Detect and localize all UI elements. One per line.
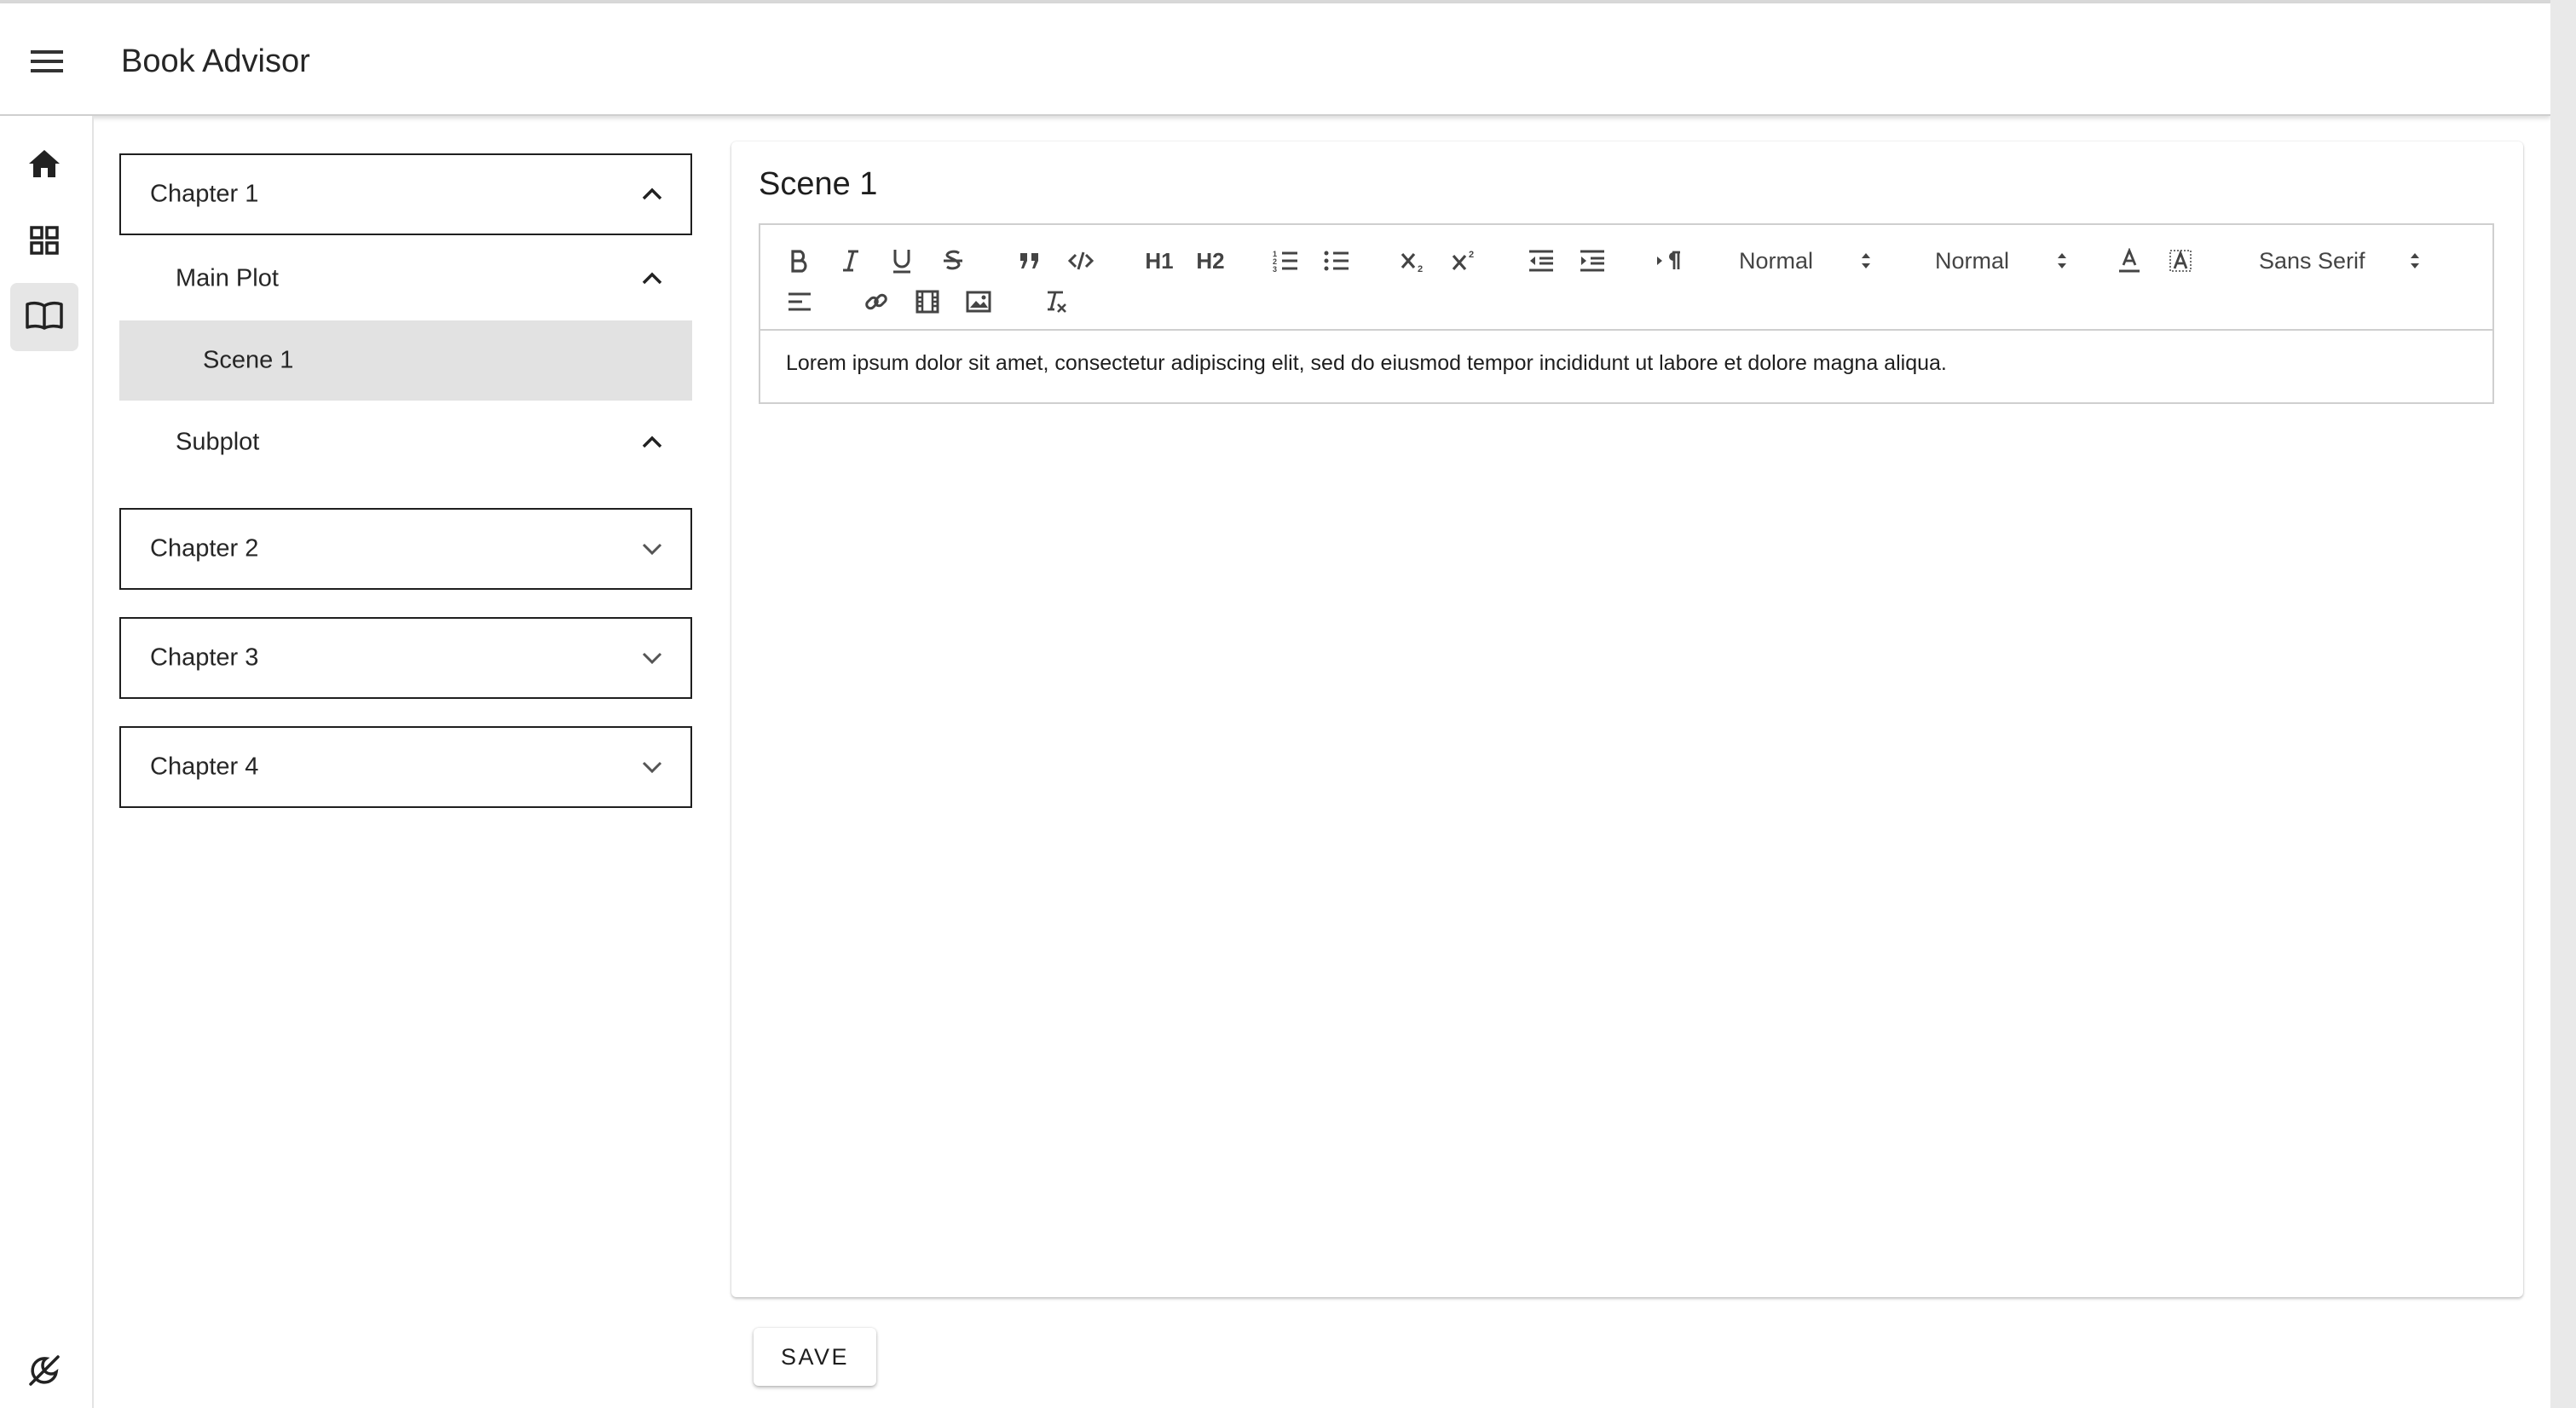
- scene-title: Scene 1: [759, 166, 878, 202]
- subscript-icon: 2: [1400, 249, 1427, 273]
- chevron-up-icon: [639, 182, 665, 207]
- scene-item[interactable]: Scene 1: [119, 320, 692, 401]
- scene-label: Scene 1: [203, 346, 294, 374]
- chevron-up-icon: [639, 430, 665, 455]
- italic-button[interactable]: [834, 244, 868, 278]
- select-arrows-icon: [2056, 251, 2068, 277]
- header-2-label: H2: [1196, 247, 1225, 274]
- align-button[interactable]: [783, 285, 817, 319]
- chevron-down-icon: [639, 754, 665, 780]
- editor-toolbar: H1 H2 123 2 2 Normal Normal Sans Serif: [759, 223, 2494, 331]
- header-1-label: H1: [1145, 247, 1174, 274]
- chevron-down-icon: [639, 645, 665, 671]
- home-icon: [27, 148, 61, 183]
- header-select-value: Normal: [1739, 247, 1814, 274]
- size-select-value: Normal: [1935, 247, 2010, 274]
- bold-button[interactable]: [783, 244, 817, 278]
- editor-content[interactable]: Lorem ipsum dolor sit amet, consectetur …: [759, 331, 2494, 404]
- chapter-item[interactable]: Chapter 4: [119, 726, 692, 808]
- window-scrollbar[interactable]: [2550, 0, 2576, 1408]
- nav-rail: [0, 116, 94, 1408]
- code-block-button[interactable]: [1064, 244, 1098, 278]
- indent-icon: [1579, 249, 1606, 273]
- select-arrows-icon: [1860, 251, 1872, 277]
- strike-icon: [942, 248, 964, 274]
- svg-text:3: 3: [1273, 265, 1277, 273]
- ordered-list-button[interactable]: 123: [1268, 244, 1302, 278]
- bullet-list-button[interactable]: [1320, 244, 1354, 278]
- text-direction-icon: [1655, 249, 1683, 273]
- quote-icon: [1018, 251, 1042, 271]
- dashboard-icon: [29, 225, 60, 260]
- theme-toggle-button[interactable]: [10, 1338, 78, 1406]
- clear-format-icon: [1043, 289, 1068, 314]
- text-color-icon: [2117, 248, 2142, 274]
- link-button[interactable]: [859, 285, 893, 319]
- plot-label: Main Plot: [176, 264, 279, 292]
- background-color-button[interactable]: [2163, 244, 2198, 278]
- chapter-label: Chapter 4: [150, 753, 259, 781]
- subscript-button[interactable]: 2: [1396, 244, 1430, 278]
- chapter-label: Chapter 2: [150, 534, 259, 563]
- indent-button[interactable]: [1575, 244, 1609, 278]
- menu-icon: [31, 49, 63, 78]
- outdent-button[interactable]: [1524, 244, 1558, 278]
- chapter-item[interactable]: Chapter 3: [119, 617, 692, 699]
- chevron-down-icon: [639, 536, 665, 562]
- image-button[interactable]: [962, 285, 996, 319]
- video-icon: [915, 290, 939, 314]
- background-color-icon: [2168, 248, 2193, 274]
- chapter-label: Chapter 1: [150, 180, 259, 208]
- font-select[interactable]: Sans Serif: [2259, 244, 2429, 278]
- save-button[interactable]: SAVE: [754, 1328, 876, 1386]
- menu-button[interactable]: [19, 36, 75, 90]
- app-title: Book Advisor: [121, 43, 310, 79]
- align-left-icon: [787, 291, 812, 312]
- blockquote-button[interactable]: [1013, 244, 1047, 278]
- text-direction-button[interactable]: [1652, 244, 1686, 278]
- size-select[interactable]: Normal: [1935, 244, 2080, 278]
- header-1-button[interactable]: H1: [1141, 244, 1178, 278]
- svg-text:2: 2: [1418, 264, 1423, 273]
- strike-button[interactable]: [936, 244, 970, 278]
- underline-icon: [891, 248, 913, 274]
- chapter-item[interactable]: Chapter 2: [119, 508, 692, 590]
- chapter-item[interactable]: Chapter 1: [119, 153, 692, 235]
- image-icon: [966, 291, 991, 313]
- svg-text:2: 2: [1469, 250, 1474, 260]
- book-icon: [26, 301, 63, 334]
- underline-button[interactable]: [885, 244, 919, 278]
- select-arrows-icon: [2409, 251, 2421, 277]
- superscript-button[interactable]: 2: [1447, 244, 1481, 278]
- book-button[interactable]: [10, 283, 78, 351]
- superscript-icon: 2: [1451, 249, 1478, 273]
- bullet-list-icon: [1323, 249, 1350, 273]
- header-2-button[interactable]: H2: [1192, 244, 1229, 278]
- theme-toggle-icon: [27, 1353, 61, 1392]
- outdent-icon: [1528, 249, 1555, 273]
- ordered-list-icon: 123: [1272, 249, 1299, 273]
- dashboard-button[interactable]: [10, 208, 78, 276]
- italic-icon: [840, 249, 861, 273]
- code-icon: [1068, 251, 1094, 271]
- chapter-label: Chapter 3: [150, 643, 259, 672]
- chevron-up-icon: [639, 266, 665, 291]
- header-select[interactable]: Normal: [1739, 244, 1884, 278]
- home-button[interactable]: [10, 131, 78, 199]
- app-window: Book Advisor Chapter 1 Main Plot Scene 1…: [0, 0, 2550, 1408]
- bold-icon: [789, 249, 810, 273]
- editor-text[interactable]: Lorem ipsum dolor sit amet, consectetur …: [786, 351, 1947, 376]
- plot-label: Subplot: [176, 428, 260, 456]
- plot-item[interactable]: Main Plot: [119, 239, 692, 319]
- app-bar: Book Advisor: [0, 3, 2550, 116]
- plot-item[interactable]: Subplot: [119, 402, 692, 482]
- link-icon: [863, 289, 889, 314]
- clear-format-button[interactable]: [1038, 285, 1072, 319]
- scene-editor-card: Scene 1 H1 H2 1 2 3 2 2 Normal Normal Sa…: [731, 141, 2523, 1297]
- text-color-button[interactable]: [2112, 244, 2146, 278]
- video-button[interactable]: [910, 285, 944, 319]
- font-select-value: Sans Serif: [2259, 247, 2365, 274]
